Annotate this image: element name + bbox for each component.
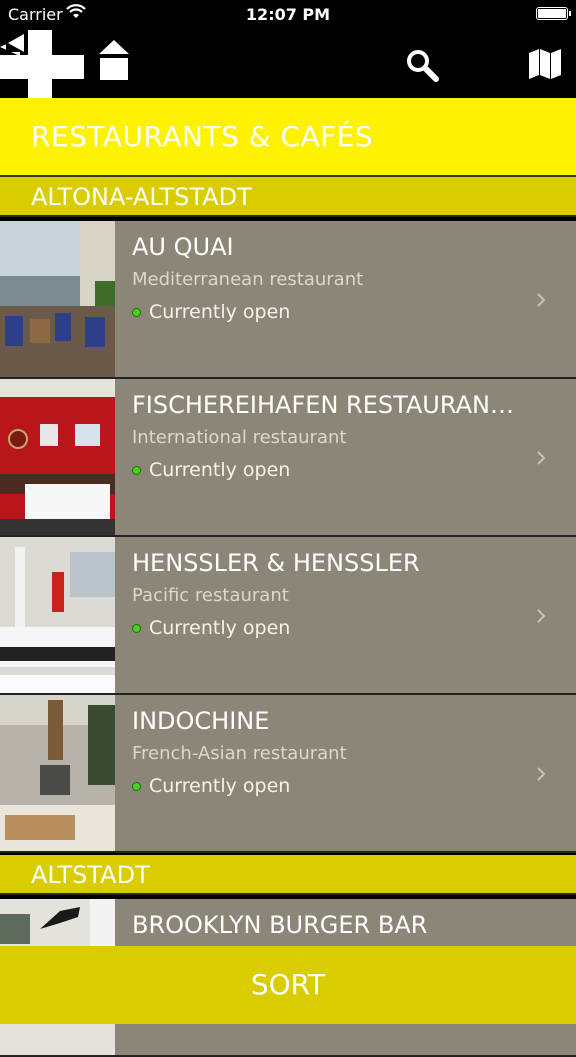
open-status-label: Currently open [149, 775, 291, 797]
open-status-label: Currently open [149, 617, 291, 639]
open-dot-icon [132, 782, 141, 791]
restaurant-photo [0, 695, 115, 851]
list-item-henssler-henssler[interactable]: HENSSLER & HENSSLER Pacific restaurant C… [0, 537, 576, 695]
open-status: Currently open [132, 301, 290, 323]
open-status: Currently open [132, 617, 290, 639]
list-item-indochine[interactable]: INDOCHINE French-Asian restaurant Curren… [0, 695, 576, 853]
page-title: RESTAURANTS & CAFÉS [31, 120, 374, 153]
section-header-altona-altstadt: ALTONA-ALTSTADT [0, 177, 576, 217]
restaurant-photo [0, 379, 115, 535]
list-item-fischereihafen-restaurant[interactable]: FISCHEREIHAFEN RESTAURAN… International … [0, 379, 576, 537]
restaurant-category: International restaurant [132, 427, 347, 448]
sort-button[interactable]: SORT [0, 946, 576, 1024]
section-header-altstadt: ALTSTADT [0, 855, 576, 895]
open-status-label: Currently open [149, 301, 291, 323]
restaurant-name: FISCHEREIHAFEN RESTAURAN… [132, 391, 514, 419]
restaurant-name: INDOCHINE [132, 707, 270, 735]
restaurant-photo [0, 221, 115, 377]
list-item-au-quai[interactable]: AU QUAI Mediterranean restaurant Current… [0, 221, 576, 379]
clock: 12:07 PM [245, 5, 331, 24]
open-dot-icon [132, 466, 141, 475]
open-dot-icon [132, 308, 141, 317]
restaurant-name: BROOKLYN BURGER BAR [132, 911, 428, 939]
page-title-bar: RESTAURANTS & CAFÉS [0, 98, 576, 177]
open-status: Currently open [132, 459, 290, 481]
status-bar: Carrier 12:07 PM [0, 0, 576, 30]
restaurant-photo [0, 537, 115, 693]
restaurant-category: French-Asian restaurant [132, 743, 347, 764]
nav-bar [0, 30, 576, 110]
restaurant-name: HENSSLER & HENSSLER [132, 549, 420, 577]
home-icon[interactable] [98, 38, 130, 82]
open-status-label: Currently open [149, 459, 291, 481]
restaurant-name: AU QUAI [132, 233, 234, 261]
chevron-right-icon [537, 609, 546, 623]
open-status: Currently open [132, 775, 290, 797]
open-dot-icon [132, 624, 141, 633]
chevron-right-icon [537, 451, 546, 465]
chevron-right-icon [537, 767, 546, 781]
restaurant-category: Pacific restaurant [132, 585, 289, 606]
battery-icon [536, 7, 571, 20]
map-icon[interactable] [528, 48, 562, 80]
search-icon[interactable] [405, 48, 439, 82]
restaurant-category: Mediterranean restaurant [132, 269, 364, 290]
chevron-right-icon [537, 293, 546, 307]
